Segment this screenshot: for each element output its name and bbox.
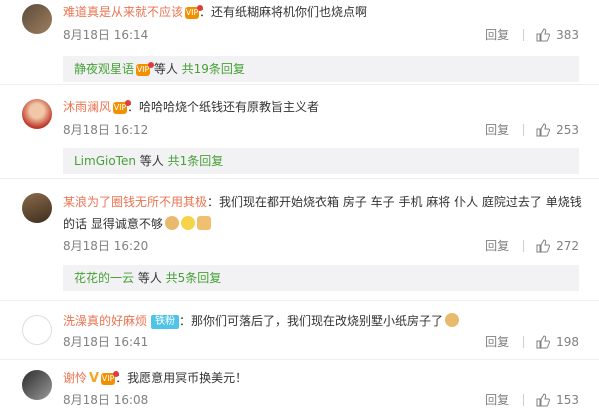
timestamp: 8月18日 16:41 [63, 335, 149, 349]
thumbs-up-icon [536, 393, 551, 407]
reply-button[interactable]: 回复 [485, 121, 509, 139]
divider [523, 336, 525, 348]
username[interactable]: 谢怜 [63, 371, 87, 385]
comment-item: 某浪为了圈钱无所不用其极：我们现在都开始烧衣箱 房子 车子 手机 麻将 仆人 庭… [0, 179, 599, 301]
laugh-cry-emoji-icon [180, 216, 195, 230]
comment-item: 沐雨澜风 VIP：哈哈哈烧个纸钱还有原教旨主义者 8月18日 16:12 回复 2… [0, 85, 599, 179]
vip-badge-icon[interactable]: VIP [101, 370, 120, 385]
timestamp: 8月18日 16:20 [63, 239, 149, 253]
vip-badge-icon: VIP [136, 61, 155, 76]
comment-body: 谢怜 V VIP：我愿意用冥币换美元！ [63, 368, 579, 389]
comment-body-cont: 的话 显得诚意不够 [63, 214, 579, 234]
like-button[interactable]: 253 [536, 121, 579, 139]
comment-text: ：我愿意用冥币换美元！ [115, 371, 248, 385]
like-count: 272 [556, 239, 579, 253]
comment-meta: 8月18日 16:41 回复 198 [63, 333, 579, 351]
divider [523, 29, 525, 41]
timestamp: 8月18日 16:12 [63, 123, 149, 137]
like-count: 153 [556, 393, 579, 407]
comment-body: 难道真是从来就不应该 VIP：还有纸糊麻将机你们也烧点啊 [63, 2, 579, 22]
like-button[interactable]: 272 [536, 237, 579, 255]
fist-emoji-icon [196, 216, 211, 230]
comment-text-line1: ：我们现在都开始烧衣箱 房子 车子 手机 麻将 仆人 庭院过去了 单烧钱 [207, 195, 582, 209]
comment-text: ：还有纸糊麻将机你们也烧点啊 [199, 5, 368, 19]
comment-meta: 8月18日 16:08 回复 153 [63, 391, 579, 409]
comment-body: 洗澡真的好麻烦 铁粉 ：那你们可落后了，我们现在改烧别墅小纸房子了 [63, 311, 579, 331]
doge-emoji-icon [445, 313, 460, 327]
username[interactable]: 某浪为了圈钱无所不用其极 [63, 195, 207, 209]
reply-mid-text: 等人 [134, 271, 166, 285]
like-button[interactable]: 383 [536, 26, 579, 44]
divider [523, 394, 525, 406]
reply-button[interactable]: 回复 [485, 333, 509, 351]
replies-summary[interactable]: LimGioTen 等人 共1条回复 [63, 148, 579, 174]
comment-actions: 回复 272 [485, 237, 579, 255]
avatar[interactable] [22, 99, 52, 129]
like-count: 383 [556, 28, 579, 42]
reply-button[interactable]: 回复 [485, 391, 509, 409]
vip-badge-icon[interactable]: VIP [113, 99, 132, 114]
doge-emoji-icon [164, 216, 179, 230]
comment-item: 谢怜 V VIP：我愿意用冥币换美元！ 8月18日 16:08 回复 153 [0, 360, 599, 411]
comment-actions: 回复 253 [485, 121, 579, 139]
timestamp: 8月18日 16:14 [63, 28, 149, 42]
thumbs-up-icon [536, 28, 551, 42]
comment-text: ：那你们可落后了，我们现在改烧别墅小纸房子了 [179, 314, 444, 328]
reply-button[interactable]: 回复 [485, 237, 509, 255]
comment-actions: 回复 153 [485, 391, 579, 409]
comment-meta: 8月18日 16:12 回复 253 [63, 121, 579, 139]
username[interactable]: 沐雨澜风 [63, 100, 111, 114]
avatar[interactable] [22, 315, 52, 345]
like-button[interactable]: 198 [536, 333, 579, 351]
reply-mid-text: 等人 [135, 154, 168, 168]
thumbs-up-icon [536, 335, 551, 349]
vip-badge-icon[interactable]: VIP [185, 4, 204, 19]
comment-item: 洗澡真的好麻烦 铁粉 ：那你们可落后了，我们现在改烧别墅小纸房子了 8月18日 16… [0, 301, 599, 360]
comment-item: 难道真是从来就不应该 VIP：还有纸糊麻将机你们也烧点啊 8月18日 16:14 … [0, 0, 599, 85]
reply-button[interactable]: 回复 [485, 26, 509, 44]
like-count: 253 [556, 123, 579, 137]
reply-username[interactable]: 花花的一云 [74, 271, 134, 285]
reply-count-link[interactable]: 共5条回复 [166, 271, 222, 285]
thumbs-up-icon [536, 123, 551, 137]
username[interactable]: 难道真是从来就不应该 [63, 5, 183, 19]
reply-username[interactable]: LimGioTen [74, 154, 136, 168]
thumbs-up-icon [536, 239, 551, 253]
avatar[interactable] [22, 370, 52, 400]
divider [523, 240, 525, 252]
username[interactable]: 洗澡真的好麻烦 [63, 314, 147, 328]
replies-summary[interactable]: 花花的一云 等人 共5条回复 [63, 265, 579, 291]
like-count: 198 [556, 335, 579, 349]
comment-meta: 8月18日 16:20 回复 272 [63, 237, 579, 255]
reply-username[interactable]: 静夜观星语 [74, 62, 134, 76]
comment-text-line2: 的话 显得诚意不够 [63, 217, 163, 231]
comment-actions: 回复 198 [485, 333, 579, 351]
comment-body: 沐雨澜风 VIP：哈哈哈烧个纸钱还有原教旨主义者 [63, 97, 579, 117]
like-button[interactable]: 153 [536, 391, 579, 409]
comment-actions: 回复 383 [485, 26, 579, 44]
comment-text: ：哈哈哈烧个纸钱还有原教旨主义者 [127, 100, 320, 114]
reply-count-link[interactable]: 共1条回复 [168, 154, 224, 168]
divider [523, 124, 525, 136]
reply-mid-text: 等人 [150, 62, 182, 76]
reply-count-link[interactable]: 共19条回复 [182, 62, 245, 76]
avatar[interactable] [22, 4, 52, 34]
comment-body: 某浪为了圈钱无所不用其极：我们现在都开始烧衣箱 房子 车子 手机 麻将 仆人 庭… [63, 192, 582, 212]
verified-v-icon[interactable]: V [89, 371, 99, 386]
avatar[interactable] [22, 193, 52, 223]
replies-summary[interactable]: 静夜观星语 VIP 等人 共19条回复 [63, 56, 579, 82]
timestamp: 8月18日 16:08 [63, 393, 149, 407]
fans-badge[interactable]: 铁粉 [151, 314, 180, 329]
comment-meta: 8月18日 16:14 回复 383 [63, 26, 579, 44]
